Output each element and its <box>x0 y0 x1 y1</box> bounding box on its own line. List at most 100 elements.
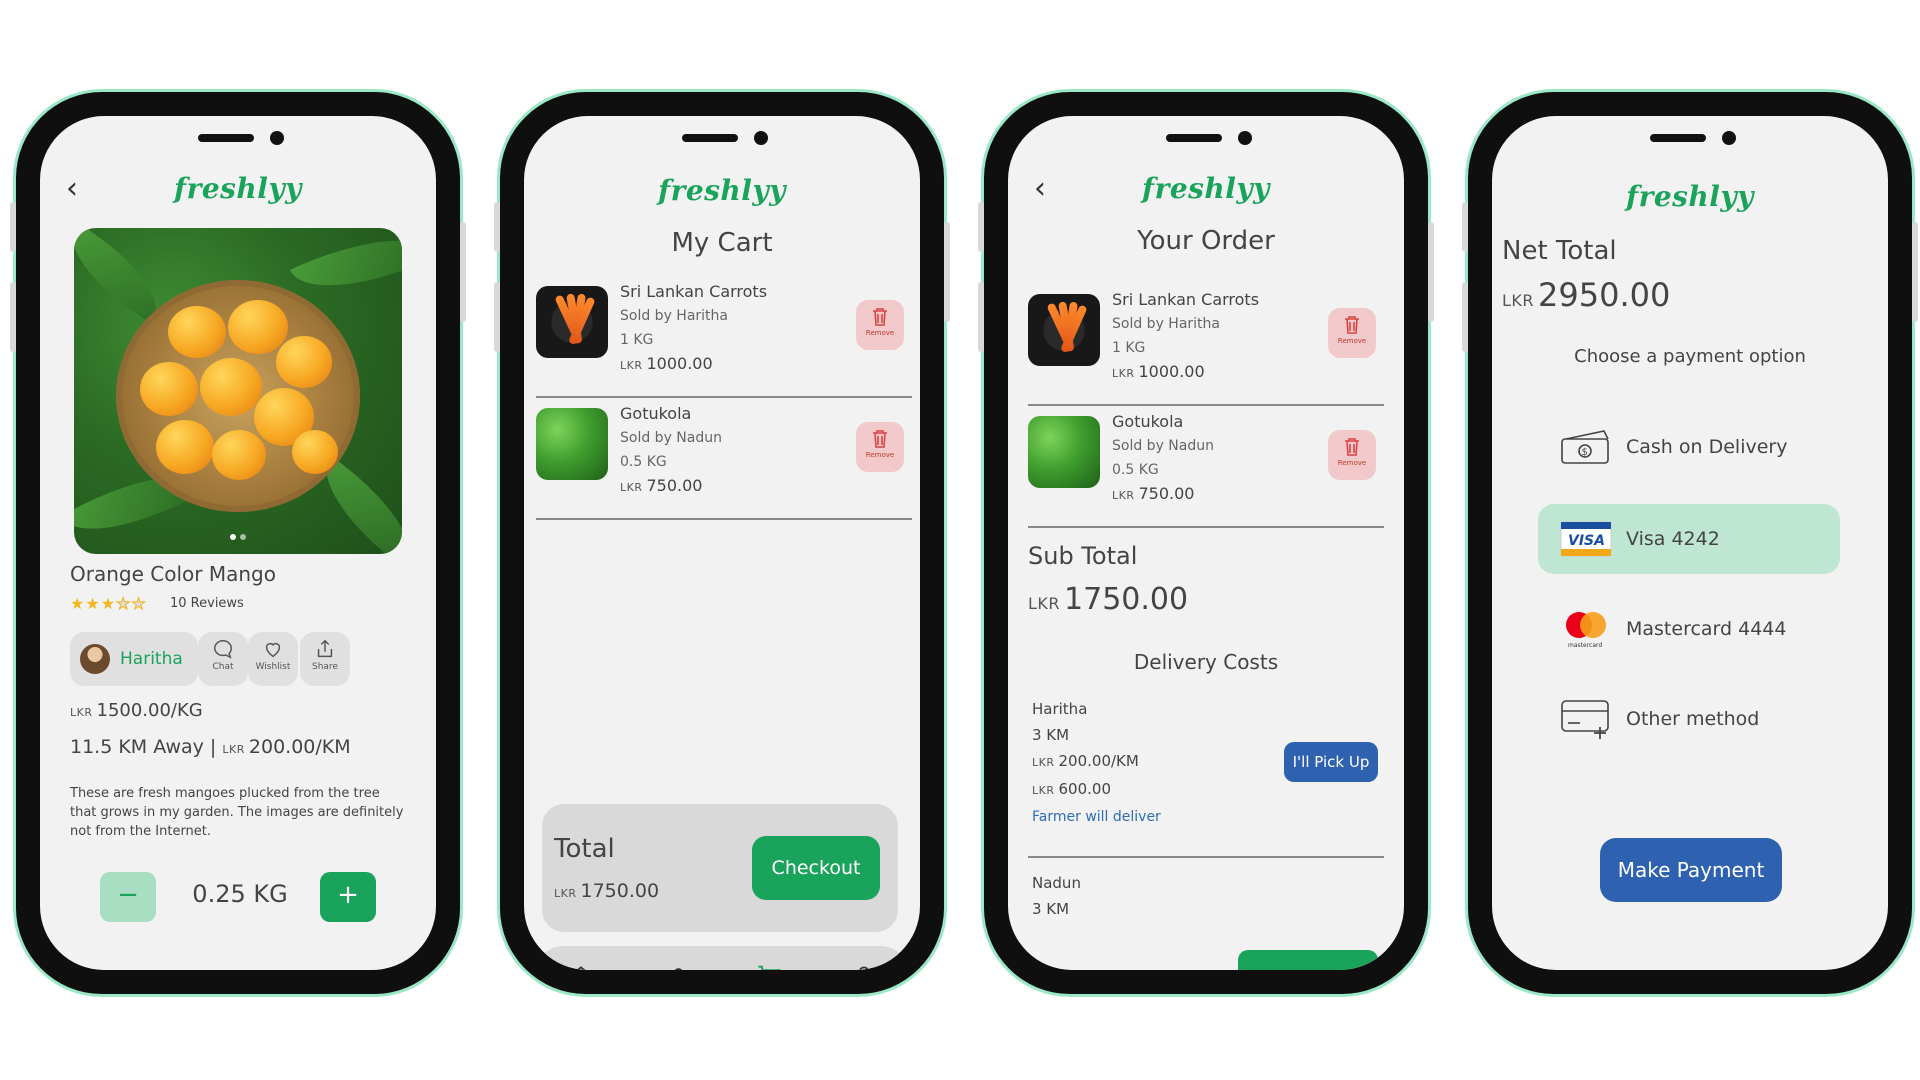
mango <box>156 420 214 474</box>
chat-label: Chat <box>212 662 234 672</box>
notch-camera <box>270 131 284 145</box>
chat-button[interactable]: Chat <box>198 632 248 686</box>
currency-label: LKR <box>1028 594 1061 613</box>
currency-label: LKR <box>1502 291 1535 310</box>
rate-value: 200.00/KM <box>1058 752 1139 770</box>
order-item: Sri Lankan Carrots Sold by Haritha 1 KG … <box>1028 284 1384 406</box>
quantity-decrease-button[interactable]: − <box>100 872 156 922</box>
page-title: My Cart <box>671 228 773 258</box>
payment-option-label: Other method <box>1626 708 1760 730</box>
cart-item: Sri Lankan Carrots Sold by Haritha 1 KG … <box>536 276 912 398</box>
side-button <box>10 202 16 252</box>
distance-line: 11.5 KM Away | LKR 200.00/KM <box>70 736 351 758</box>
remove-button[interactable]: Remove <box>1328 430 1376 480</box>
carousel-dot[interactable] <box>240 534 246 540</box>
wishlist-label: Wishlist <box>255 662 291 672</box>
bottom-nav <box>534 946 910 970</box>
farmer-delivery-note[interactable]: Farmer will deliver <box>1032 804 1161 830</box>
mango <box>212 430 266 480</box>
profile-icon[interactable] <box>851 963 877 970</box>
item-quantity: 1 KG <box>1112 340 1146 356</box>
remove-button[interactable]: Remove <box>1328 308 1376 358</box>
seller-chip[interactable]: Haritha <box>70 632 198 686</box>
payment-option-label: Visa 4242 <box>1626 528 1720 550</box>
visa-icon: VISA <box>1560 521 1612 557</box>
home-icon[interactable] <box>568 963 594 970</box>
item-seller: Sold by Haritha <box>1112 316 1220 332</box>
farmer-distance: 3 KM <box>1032 726 1070 744</box>
farmer-distance: 3 KM <box>1032 900 1070 918</box>
carousel-dots[interactable] <box>74 525 402 544</box>
payment-option-cash[interactable]: $ Cash on Delivery <box>1538 412 1840 482</box>
payment-option-mastercard[interactable]: mastercard Mastercard 4444 <box>1538 594 1840 664</box>
product-description: These are fresh mangoes plucked from the… <box>70 786 404 839</box>
farmer-name: Nadun <box>1032 874 1081 892</box>
cart-item: Gotukola Sold by Nadun 0.5 KG LKR 750.00 … <box>536 398 912 520</box>
remove-button[interactable]: Remove <box>856 300 904 350</box>
checkout-button[interactable]: Checkout <box>752 836 880 900</box>
delivery-option-button[interactable] <box>1238 950 1378 970</box>
order-item: Gotukola Sold by Nadun 0.5 KG LKR 750.00 … <box>1028 406 1384 528</box>
delivery-farmer: Haritha 3 KM LKR 200.00/KM LKR 600.00 Farm… <box>1032 696 1161 830</box>
net-total-label: Net Total <box>1502 236 1617 266</box>
heart-icon <box>265 642 281 658</box>
payment-option-visa[interactable]: VISA Visa 4242 <box>1538 504 1840 574</box>
payment-option-other[interactable]: Other method <box>1538 684 1840 754</box>
product-image[interactable] <box>74 228 402 554</box>
chat-icon <box>214 640 232 659</box>
reviews-count[interactable]: 10 Reviews <box>170 596 244 611</box>
payment-option-label: Mastercard 4444 <box>1626 618 1787 640</box>
farmer-name: Haritha <box>1032 700 1088 718</box>
screen-order: ‹ freshlyy Your Order Sri Lankan Carrots… <box>1008 116 1404 970</box>
item-price: LKR 1000.00 <box>1112 362 1205 381</box>
notch-camera <box>754 131 768 145</box>
item-name: Sri Lankan Carrots <box>620 282 768 301</box>
share-label: Share <box>312 662 338 672</box>
phone-payment: freshlyy Net Total LKR 2950.00 Choose a p… <box>1462 92 1918 994</box>
remove-button[interactable]: Remove <box>856 422 904 472</box>
currency-label: LKR <box>1112 367 1135 380</box>
quantity-increase-button[interactable]: + <box>320 872 376 922</box>
rating-stars: ★★★★★ <box>70 594 147 614</box>
notch-speaker <box>1166 134 1222 142</box>
price-value: 1750.00 <box>1064 582 1189 617</box>
item-seller: Sold by Nadun <box>620 430 722 446</box>
share-icon <box>317 639 333 658</box>
mastercard-logo-text: mastercard <box>1568 642 1602 649</box>
side-button <box>1912 222 1918 322</box>
price-value: 1000.00 <box>1138 362 1205 381</box>
delivery-costs-title: Delivery Costs <box>1133 650 1279 674</box>
wishlist-button[interactable]: Wishlist <box>248 632 298 686</box>
item-name: Gotukola <box>620 404 692 423</box>
remove-label: Remove <box>1337 459 1367 467</box>
stage: ‹ freshlyy Orange Color Mango ★★★★★ 10 R… <box>0 0 1920 1080</box>
currency-label: LKR <box>620 481 643 494</box>
make-payment-button[interactable]: Make Payment <box>1600 838 1782 902</box>
carrot-thumbnail <box>536 286 608 358</box>
currency-label: LKR <box>554 887 577 900</box>
price-value: 1750.00 <box>580 880 660 902</box>
mango <box>168 306 226 358</box>
carousel-dot[interactable] <box>230 534 236 540</box>
categories-icon[interactable] <box>661 962 689 970</box>
cart-icon[interactable] <box>756 962 784 970</box>
trash-icon <box>1345 438 1359 456</box>
item-price: LKR 750.00 <box>1112 484 1194 503</box>
notch-speaker <box>198 134 254 142</box>
pick-up-button[interactable]: I'll Pick Up <box>1284 742 1378 782</box>
phone-product: ‹ freshlyy Orange Color Mango ★★★★★ 10 R… <box>10 92 466 994</box>
currency-label: LKR <box>620 359 643 372</box>
price-value: 750.00 <box>646 476 703 495</box>
mango <box>276 336 332 388</box>
currency-label: LKR <box>70 706 93 719</box>
unit-price: LKR 1500.00/KG <box>70 700 203 721</box>
delivery-rate: 200.00/KM <box>248 736 351 758</box>
item-name: Gotukola <box>1112 412 1184 431</box>
item-seller: Sold by Haritha <box>620 308 728 324</box>
distance-value: 11.5 KM Away | <box>70 736 217 758</box>
card-add-icon <box>1561 700 1609 739</box>
product-name: Orange Color Mango <box>70 562 276 586</box>
mango <box>140 362 198 416</box>
brand-logo: freshlyy <box>1142 172 1270 205</box>
share-button[interactable]: Share <box>300 632 350 686</box>
